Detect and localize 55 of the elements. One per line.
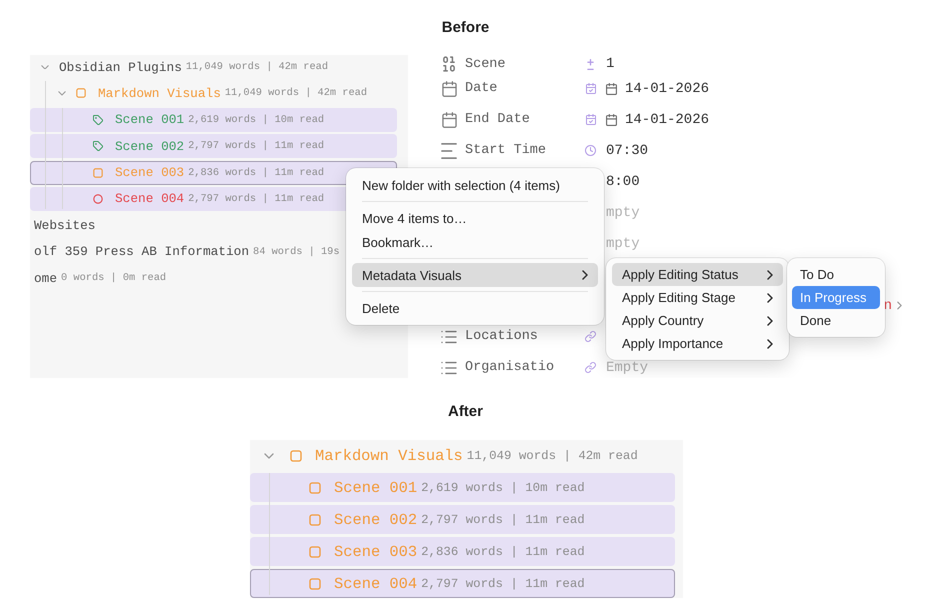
calendar-icon xyxy=(606,82,617,94)
list-icon xyxy=(441,330,457,344)
property-field[interactable]: 14-01-2026 xyxy=(625,112,710,128)
section-heading: Before xyxy=(442,19,490,37)
status-value[interactable]: n xyxy=(884,298,892,314)
property-name: Date xyxy=(465,81,498,96)
tree-item[interactable]: Websites xyxy=(33,213,96,238)
word-count: 2,797 words | 11m read xyxy=(188,140,324,152)
list-icon xyxy=(441,360,457,374)
calendar-icon xyxy=(442,112,456,128)
menu-item[interactable]: Apply Importance xyxy=(612,332,783,355)
menu-item[interactable]: Bookmark… xyxy=(352,230,598,254)
property-field[interactable]: 14-01-2026 xyxy=(625,80,710,96)
word-count: 0 words | 0m read xyxy=(61,272,166,284)
menu-item[interactable]: To Do xyxy=(792,263,880,286)
calendar-icon xyxy=(442,80,456,96)
menu-item[interactable]: Delete xyxy=(352,296,598,320)
calendar-check-icon xyxy=(586,114,596,125)
menu-item[interactable]: Done xyxy=(792,309,880,332)
word-count: 2,836 words | 11m read xyxy=(421,544,585,558)
word-count: 2,797 words | 11m read xyxy=(188,192,324,205)
word-count: 2,797 words | 11m read xyxy=(421,512,585,526)
property-name: Locations xyxy=(465,329,538,344)
menu-item[interactable]: Apply Country xyxy=(612,309,783,332)
link-icon xyxy=(585,362,596,373)
property-name: End Date xyxy=(465,112,530,127)
calendar-check-icon xyxy=(586,83,596,94)
clock-icon xyxy=(585,145,596,156)
word-count: 11,049 words | 42m read xyxy=(466,448,638,462)
word-count: 11,049 words | 42m read xyxy=(186,61,328,73)
property-name: Start Time xyxy=(465,143,546,158)
chevron-right-icon xyxy=(897,301,902,310)
word-count: 2,797 words | 11m read xyxy=(421,576,585,590)
plus-minus-icon xyxy=(587,58,594,70)
menu-item[interactable]: Apply Editing Stage xyxy=(612,286,783,309)
menu-item[interactable]: Apply Editing Status xyxy=(612,263,783,286)
binary-icon xyxy=(443,56,455,72)
menu-item[interactable]: Metadata Visuals xyxy=(352,263,598,287)
word-count: 84 words | 19s xyxy=(253,246,340,258)
tree-item[interactable]: ome 0 words | 0m read xyxy=(33,266,168,290)
property-field[interactable]: 1 xyxy=(606,56,614,72)
section-heading: After xyxy=(448,403,483,421)
property-name: Scene xyxy=(465,56,506,72)
word-count: 11,049 words | 42m read xyxy=(224,87,367,100)
word-count: 2,836 words | 11m read xyxy=(188,166,324,179)
property-name: Organisatio xyxy=(465,360,554,375)
property-field[interactable]: 8:00 xyxy=(606,174,640,190)
link-icon xyxy=(585,331,596,342)
word-count: 2,619 words | 10m read xyxy=(188,114,324,126)
calendar-icon xyxy=(606,114,617,126)
tree-item[interactable]: olf 359 Press AB Information 84 words | 19s xyxy=(33,240,341,264)
text-lines-icon xyxy=(441,142,457,158)
tree-item[interactable]: Obsidian Plugins 11,049 words | 42m read xyxy=(40,55,329,79)
word-count: 2,619 words | 10m read xyxy=(421,480,585,494)
property-field[interactable]: 07:30 xyxy=(606,142,648,158)
